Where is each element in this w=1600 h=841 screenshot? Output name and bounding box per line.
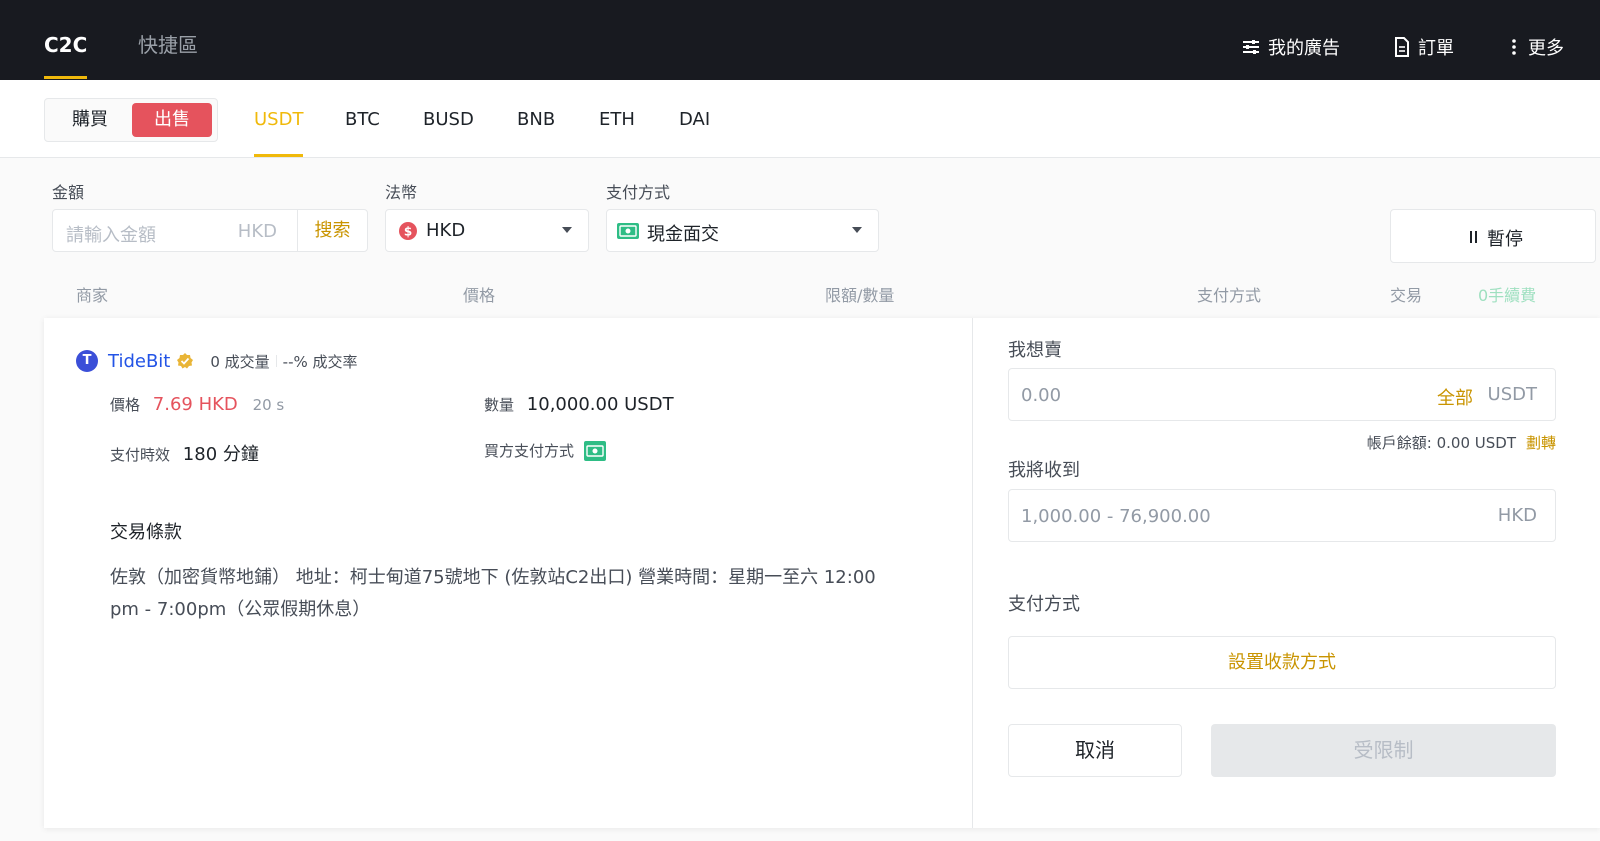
account-balance: 帳戶餘額: 0.00 USDT 劃轉	[1367, 432, 1556, 453]
ad-detail-card: T TideBit 0 成交量 --% 成交率 價格 7.69 HKD 20 s…	[44, 318, 1600, 828]
terms-body: 佐敦（加密貨幣地鋪） 地址：柯士甸道75號地下 (佐敦站C2出口) 營業時間：星…	[110, 567, 876, 620]
amount-placeholder: 請輸入金額	[66, 225, 156, 246]
col-trade: 交易	[1390, 286, 1423, 305]
pay-time-label: 支付時效	[110, 446, 171, 464]
price-timer: 20 s	[252, 396, 285, 414]
receive-amount-input[interactable]: 1,000.00 - 76,900.00 HKD	[1008, 489, 1556, 542]
col-price: 價格	[463, 286, 496, 305]
order-count: 0 成交量	[210, 352, 270, 371]
transfer-link[interactable]: 劃轉	[1526, 434, 1556, 452]
quantity-label: 數量	[484, 396, 515, 414]
pause-icon	[1470, 231, 1477, 243]
merchant-name[interactable]: TideBit	[108, 351, 170, 372]
fiat-select[interactable]: $ HKD	[385, 209, 589, 252]
svg-text:$: $	[404, 225, 412, 239]
sell-amount-placeholder: 0.00	[1021, 385, 1062, 406]
coin-tab-usdt[interactable]: USDT	[254, 108, 304, 157]
zero-fee-label: 0手續費	[1478, 286, 1537, 305]
buy-sell-toggle: 購買 出售	[44, 98, 218, 142]
amount-input[interactable]: 請輸入金額 HKD 搜索	[52, 209, 368, 252]
top-nav-bar: C2C 快捷區 我的廣告 訂單 更多	[0, 0, 1600, 80]
col-limit: 限額/數量	[825, 286, 895, 305]
pause-label: 暫停	[1487, 229, 1523, 250]
amount-currency: HKD	[237, 221, 277, 242]
fiat-value: HKD	[426, 220, 466, 241]
cancel-button[interactable]: 取消	[1008, 724, 1182, 777]
my-ads-label: 我的廣告	[1268, 38, 1340, 59]
tab-express[interactable]: 快捷區	[138, 30, 198, 60]
document-icon	[1395, 37, 1409, 57]
dollar-coin-icon: $	[399, 222, 417, 240]
terms-title: 交易條款	[110, 522, 182, 543]
price-label: 價格	[110, 396, 141, 414]
pause-button[interactable]: 暫停	[1390, 209, 1596, 263]
merchant-info: T TideBit 0 成交量 --% 成交率	[76, 350, 358, 372]
sell-amount-input[interactable]: 0.00 全部 USDT	[1008, 368, 1556, 421]
orders-label: 訂單	[1418, 38, 1454, 59]
more-vertical-icon	[1512, 39, 1516, 55]
pay-time-info: 支付時效 180 分鐘	[110, 440, 259, 466]
all-button[interactable]: 全部	[1437, 384, 1473, 410]
table-header: 商家 價格 限額/數量 支付方式 交易 0手續費	[0, 264, 1600, 316]
buyer-payment-info: 買方支付方式	[484, 440, 607, 461]
fiat-label: 法幣	[385, 183, 418, 202]
sell-tab[interactable]: 出售	[132, 103, 212, 137]
divider	[275, 355, 277, 367]
filter-bar: 金額 請輸入金額 HKD 搜索 法幣 $ HKD 支付方式 現金面交 暫停	[0, 159, 1600, 264]
receive-placeholder: 1,000.00 - 76,900.00	[1021, 506, 1211, 527]
amount-label: 金額	[52, 183, 85, 202]
set-payment-method-button[interactable]: 設置收款方式	[1008, 636, 1556, 689]
divider	[972, 318, 973, 828]
payment-filter-label: 支付方式	[606, 183, 671, 202]
coin-tab-busd[interactable]: BUSD	[423, 108, 474, 132]
coin-tab-btc[interactable]: BTC	[345, 108, 380, 132]
chevron-down-icon	[562, 227, 572, 233]
sell-unit: USDT	[1487, 384, 1537, 405]
my-ads-link[interactable]: 我的廣告	[1242, 34, 1340, 60]
coin-tab-bnb[interactable]: BNB	[517, 108, 555, 132]
price-value: 7.69 HKD	[152, 394, 238, 415]
more-menu[interactable]: 更多	[1508, 34, 1564, 60]
buy-tab[interactable]: 購買	[51, 103, 129, 137]
coin-tab-eth[interactable]: ETH	[599, 108, 635, 132]
restricted-button: 受限制	[1211, 724, 1556, 777]
completion-rate: --% 成交率	[282, 352, 358, 371]
trade-type-bar: 購買 出售 USDT BTC BUSD BNB ETH DAI	[0, 80, 1600, 158]
payment-value: 現金面交	[647, 224, 719, 245]
tab-c2c[interactable]: C2C	[44, 30, 88, 79]
buyer-payment-label: 買方支付方式	[484, 442, 575, 460]
cash-icon	[584, 440, 607, 461]
cash-icon	[617, 223, 639, 239]
receive-label: 我將收到	[1008, 460, 1080, 481]
payment-method-label: 支付方式	[1008, 594, 1080, 615]
search-button[interactable]: 搜索	[297, 210, 367, 251]
payment-select[interactable]: 現金面交	[606, 209, 879, 252]
quantity-value: 10,000.00 USDT	[526, 394, 674, 415]
orders-link[interactable]: 訂單	[1394, 34, 1454, 60]
balance-text: 帳戶餘額: 0.00 USDT	[1366, 434, 1516, 452]
coin-tab-dai[interactable]: DAI	[679, 108, 710, 132]
avatar: T	[76, 350, 98, 372]
verified-badge-icon	[177, 353, 194, 369]
receive-unit: HKD	[1497, 505, 1537, 526]
chevron-down-icon	[852, 227, 862, 233]
col-merchant: 商家	[76, 286, 109, 305]
price-info: 價格 7.69 HKD 20 s	[110, 394, 284, 415]
col-payment: 支付方式	[1197, 286, 1262, 305]
more-label: 更多	[1528, 38, 1564, 59]
sell-amount-label: 我想賣	[1008, 340, 1062, 361]
pay-time-value: 180 分鐘	[182, 444, 259, 465]
sliders-icon	[1243, 40, 1259, 54]
quantity-info: 數量 10,000.00 USDT	[484, 394, 674, 415]
